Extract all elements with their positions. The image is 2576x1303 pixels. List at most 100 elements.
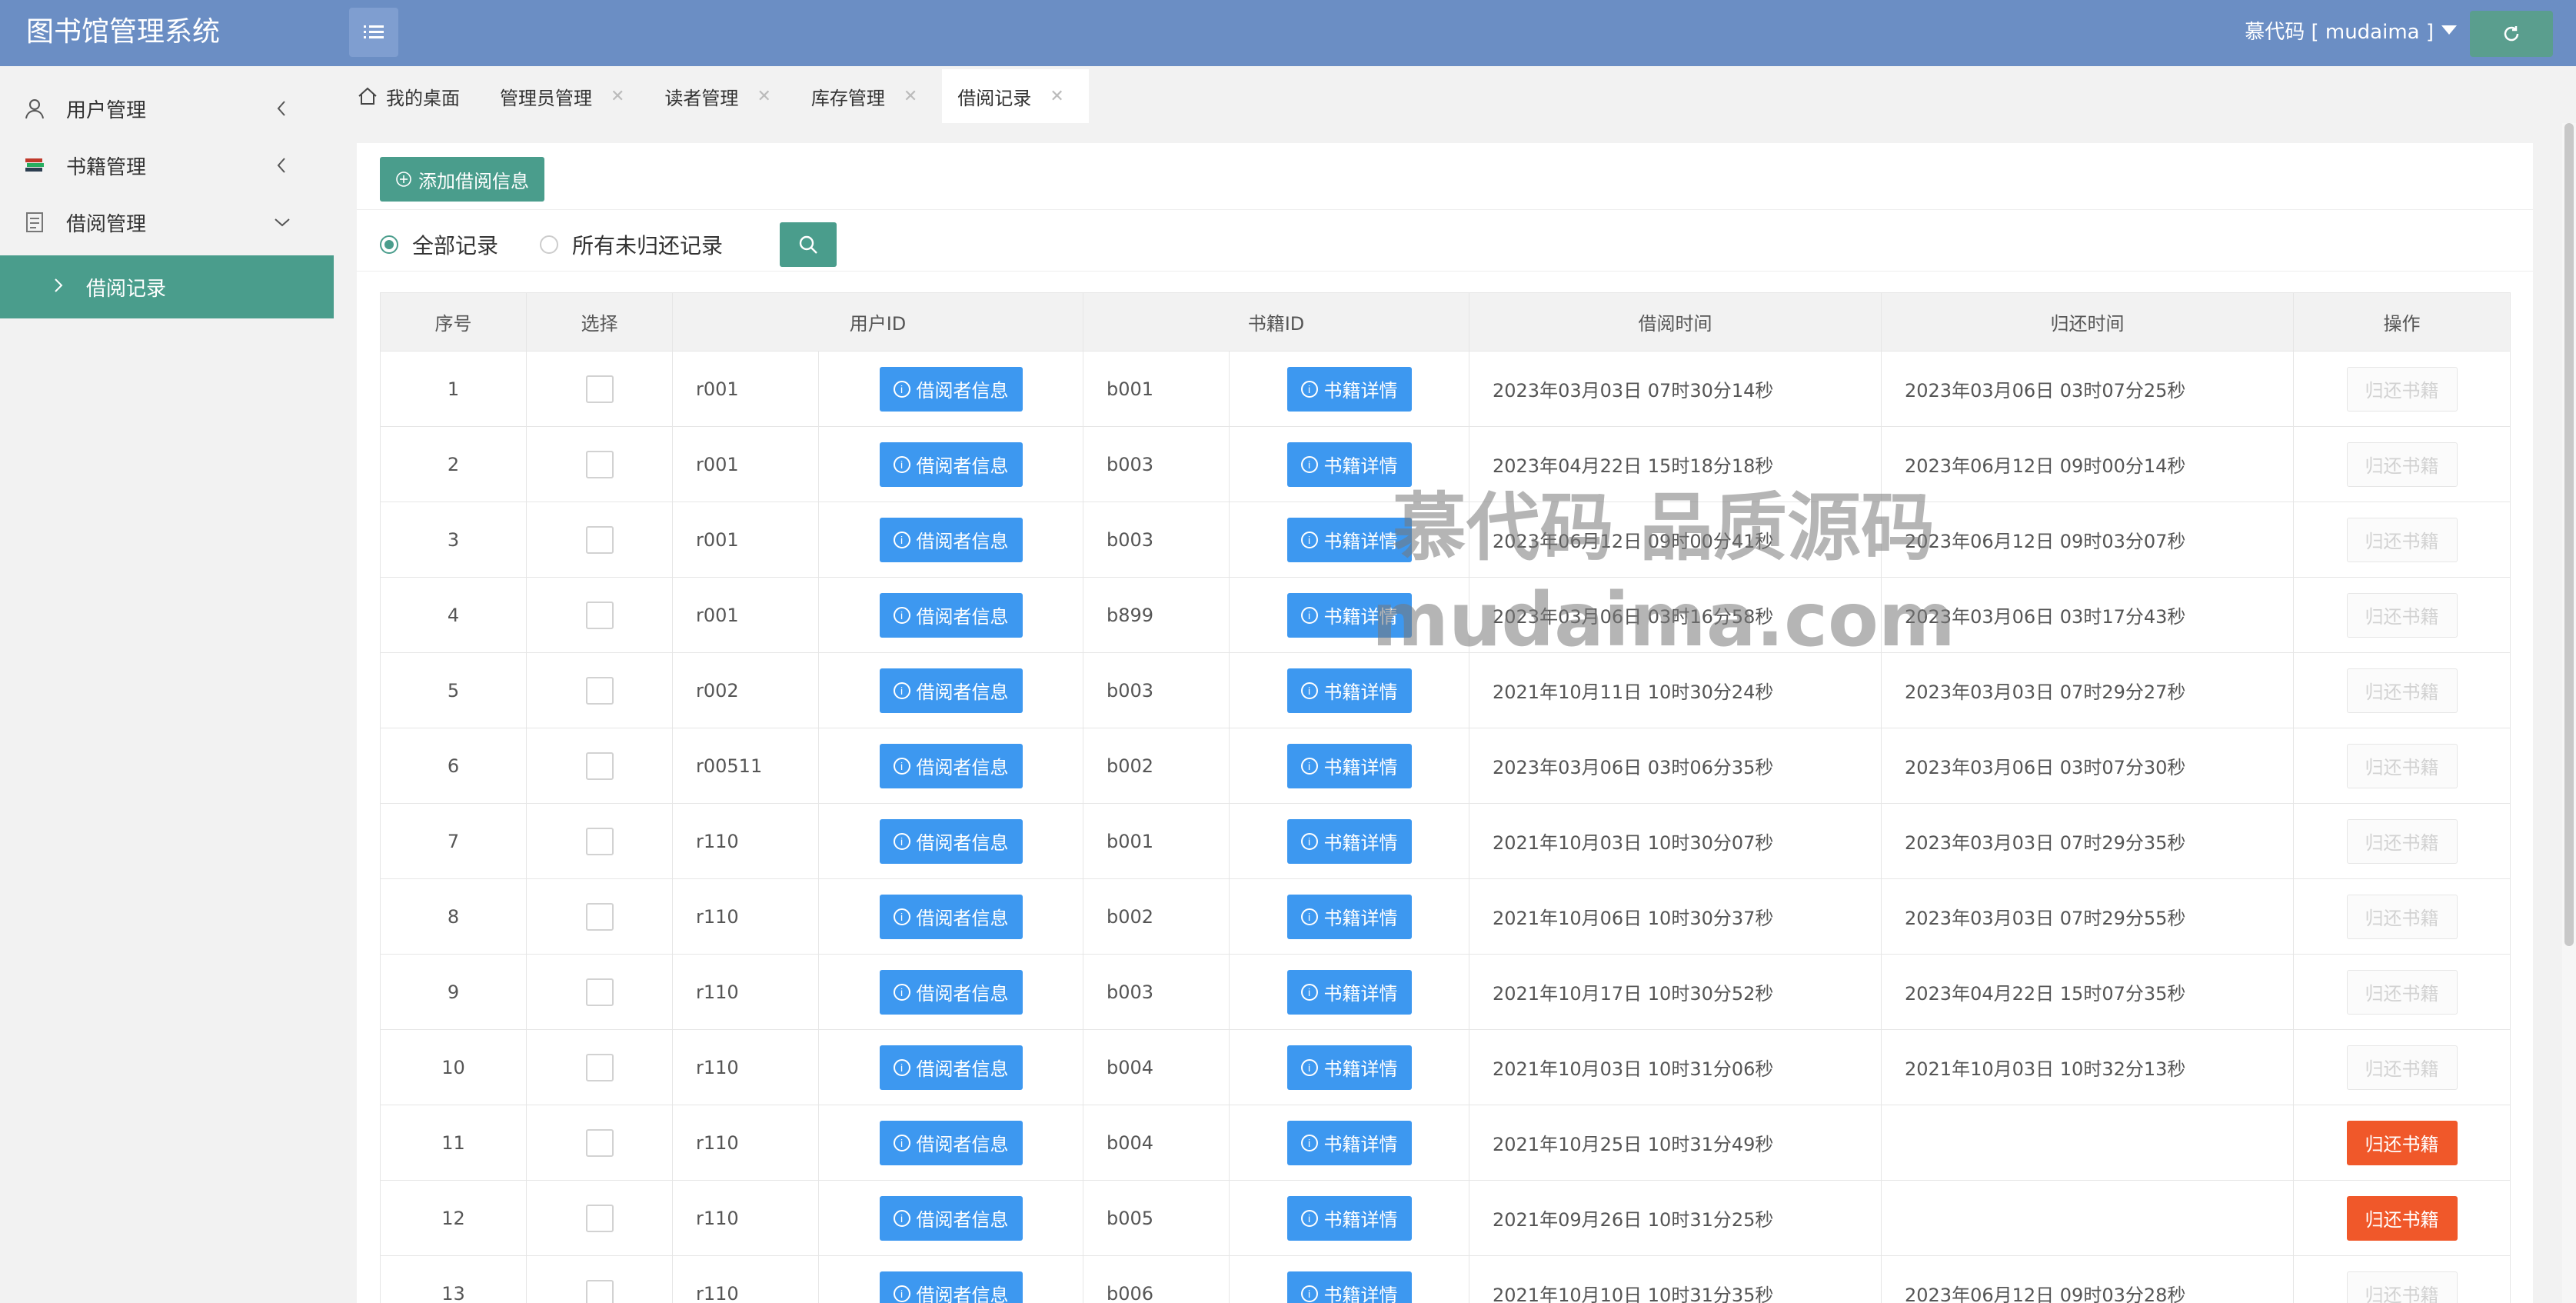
row-checkbox[interactable] [585,827,614,855]
book-detail-button[interactable]: i 书籍详情 [1286,517,1412,562]
book-detail-button[interactable]: i 书籍详情 [1286,1120,1412,1165]
reader-info-button[interactable]: i 借阅者信息 [879,1195,1023,1241]
close-icon[interactable]: ✕ [904,87,917,106]
book-detail-label: 书籍详情 [1323,984,1398,1005]
return-book-button: 归还书籍 [2346,366,2458,412]
row-checkbox[interactable] [585,601,614,629]
row-checkbox[interactable] [585,375,614,403]
reader-info-label: 借阅者信息 [916,682,1009,703]
cell-user-id: r110 [672,1105,819,1181]
reader-info-button[interactable]: i 借阅者信息 [879,969,1023,1015]
close-icon[interactable]: ✕ [611,87,624,106]
row-checkbox[interactable] [585,1128,614,1157]
reader-info-button[interactable]: i 借阅者信息 [879,894,1023,939]
row-checkbox[interactable] [585,525,614,554]
reader-info-button[interactable]: i 借阅者信息 [879,366,1023,412]
reader-info-button[interactable]: i 借阅者信息 [879,743,1023,788]
reader-info-label: 借阅者信息 [916,1285,1009,1303]
book-detail-button[interactable]: i 书籍详情 [1286,969,1412,1015]
cell-user-id: r110 [672,803,819,879]
row-checkbox[interactable] [585,978,614,1006]
book-detail-label: 书籍详情 [1323,1135,1398,1155]
cell-return-time: 2021年10月03日 10时32分13秒 [1881,1029,2294,1105]
sidebar-subitem-borrow-records[interactable]: 借阅记录 [0,255,334,318]
return-book-button: 归还书籍 [2346,442,2458,487]
reader-info-button[interactable]: i 借阅者信息 [879,668,1023,713]
row-checkbox[interactable] [585,751,614,780]
close-icon[interactable]: ✕ [1050,87,1063,106]
cell-book-id: b001 [1083,803,1230,879]
reader-info-button[interactable]: i 借阅者信息 [879,592,1023,638]
book-detail-label: 书籍详情 [1323,1059,1398,1080]
book-detail-button[interactable]: i 书籍详情 [1286,442,1412,487]
cell-book-action: i 书籍详情 [1229,803,1469,879]
search-button[interactable] [780,222,837,267]
book-detail-button[interactable]: i 书籍详情 [1286,1271,1412,1303]
cell-return-time: 2023年03月06日 03时17分43秒 [1881,577,2294,653]
radio-unreturned-records[interactable]: 所有未归还记录 [540,229,723,260]
info-icon: i [1300,908,1318,925]
tab-borrow-records[interactable]: 借阅记录 ✕ [942,69,1089,123]
return-book-button[interactable]: 归还书籍 [2346,1120,2458,1165]
row-checkbox[interactable] [585,676,614,705]
sidebar-item-borrow[interactable]: 借阅管理 [0,194,334,251]
cell-return-time: 2023年06月12日 09时03分28秒 [1881,1255,2294,1303]
tab-label: 管理员管理 [500,87,592,109]
row-checkbox[interactable] [585,1053,614,1081]
info-icon: i [893,1134,910,1151]
cell-reader-action: i 借阅者信息 [818,954,1083,1030]
user-menu[interactable]: 慕代码 [ mudaima ] [2245,17,2457,48]
tab-desktop[interactable]: 我的桌面 [341,69,484,123]
table-row: 13 r110 i 借阅者信息 b006 i 书籍详情 2021年10月10日 … [380,1255,2511,1303]
close-icon[interactable]: ✕ [757,87,770,106]
cell-select [526,954,673,1030]
page-scrollbar[interactable] [2562,123,2576,1303]
scrollbar-thumb[interactable] [2564,123,2574,946]
book-detail-button[interactable]: i 书籍详情 [1286,894,1412,939]
main-panel: 添加借阅信息 全部记录 所有未归还记录 序号 选择 用户ID 书籍ID 借阅时间… [357,143,2533,1303]
reader-info-button[interactable]: i 借阅者信息 [879,442,1023,487]
book-detail-label: 书籍详情 [1323,532,1398,552]
reader-info-label: 借阅者信息 [916,381,1009,402]
cell-return-action: 归还书籍 [2293,351,2511,427]
book-detail-button[interactable]: i 书籍详情 [1286,743,1412,788]
cell-reader-action: i 借阅者信息 [818,426,1083,502]
reader-info-button[interactable]: i 借阅者信息 [879,1045,1023,1090]
info-icon: i [1300,1209,1318,1227]
header-borrow-time: 借阅时间 [1469,292,1882,352]
book-detail-button[interactable]: i 书籍详情 [1286,366,1412,412]
reader-info-button[interactable]: i 借阅者信息 [879,818,1023,864]
book-detail-button[interactable]: i 书籍详情 [1286,1195,1412,1241]
cell-select [526,351,673,427]
row-checkbox[interactable] [585,450,614,478]
book-detail-label: 书籍详情 [1323,381,1398,402]
row-checkbox[interactable] [585,902,614,931]
tab-readers[interactable]: 读者管理 ✕ [649,69,795,123]
reader-info-button[interactable]: i 借阅者信息 [879,1120,1023,1165]
row-checkbox[interactable] [585,1279,614,1303]
book-detail-button[interactable]: i 书籍详情 [1286,668,1412,713]
book-detail-button[interactable]: i 书籍详情 [1286,1045,1412,1090]
reader-info-button[interactable]: i 借阅者信息 [879,517,1023,562]
tab-inventory[interactable]: 库存管理 ✕ [796,69,942,123]
book-detail-button[interactable]: i 书籍详情 [1286,592,1412,638]
chevron-down-icon [2441,25,2457,35]
menu-toggle-button[interactable] [349,8,398,57]
book-detail-label: 书籍详情 [1323,1210,1398,1231]
cell-user-id: r001 [672,351,819,427]
sidebar-item-books[interactable]: 书籍管理 [0,137,334,194]
book-detail-button[interactable]: i 书籍详情 [1286,818,1412,864]
cell-borrow-time: 2023年06月12日 09时00分41秒 [1469,502,1882,578]
sidebar-item-users[interactable]: 用户管理 [0,80,334,137]
cell-book-id: b002 [1083,878,1230,955]
tab-admin[interactable]: 管理员管理 ✕ [484,69,649,123]
return-book-button[interactable]: 归还书籍 [2346,1195,2458,1241]
reader-info-button[interactable]: i 借阅者信息 [879,1271,1023,1303]
info-icon: i [1300,832,1318,850]
radio-all-records[interactable]: 全部记录 [380,229,498,260]
tab-label: 读者管理 [664,87,739,109]
refresh-button[interactable] [2470,11,2553,57]
row-checkbox[interactable] [585,1204,614,1232]
cell-borrow-time: 2023年03月06日 03时16分58秒 [1469,577,1882,653]
add-borrow-button[interactable]: 添加借阅信息 [380,157,544,202]
